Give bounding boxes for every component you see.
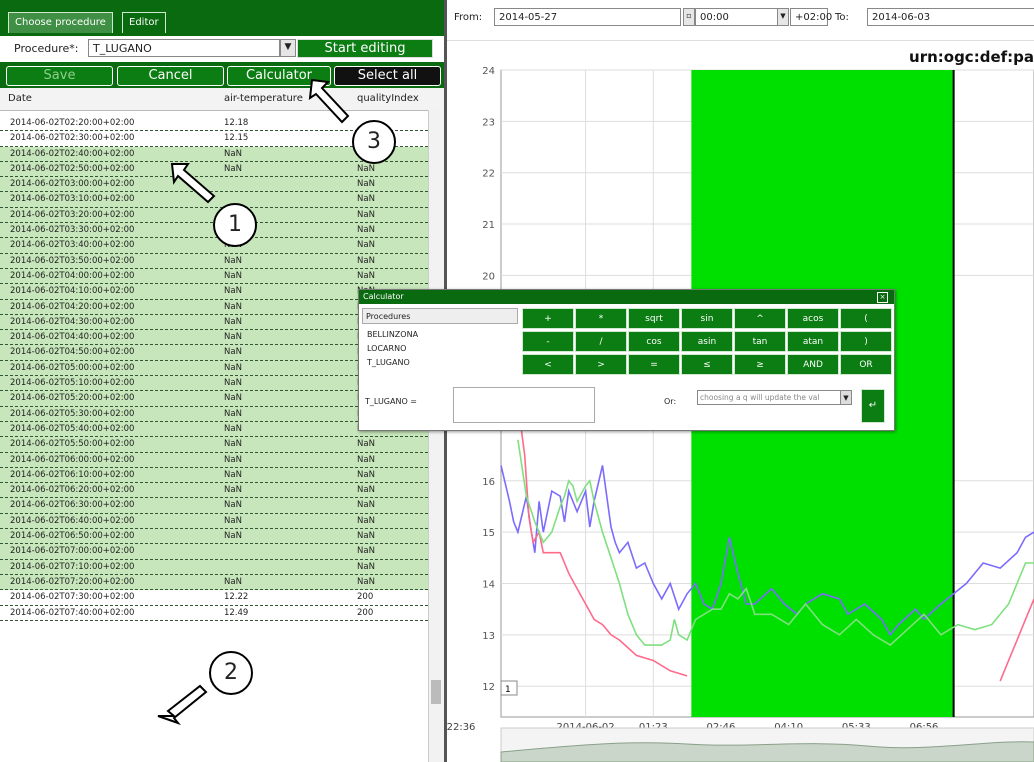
callout-3: 3 (352, 120, 396, 164)
annotation-arrows (157, 78, 350, 726)
arrow-1-icon (170, 163, 216, 204)
arrow-3-icon (308, 78, 350, 124)
callout-1: 1 (213, 203, 257, 247)
arrow-2-icon (157, 684, 208, 726)
callout-2: 2 (209, 651, 253, 695)
